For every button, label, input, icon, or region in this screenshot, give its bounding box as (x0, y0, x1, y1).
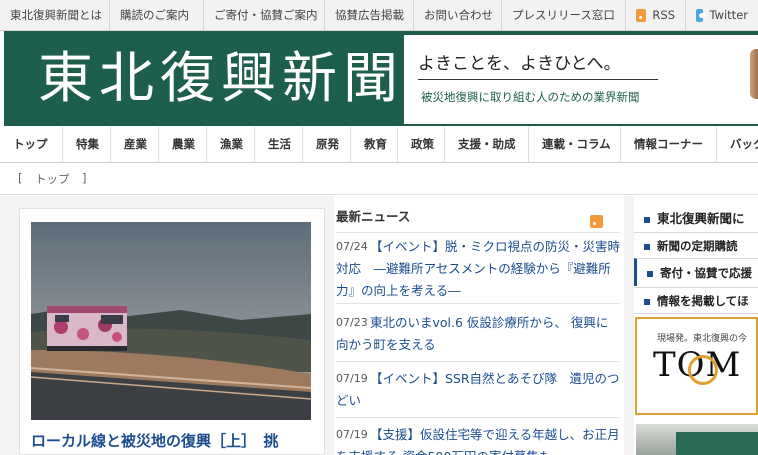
topbar-link-rss[interactable]: RSS (626, 0, 686, 30)
topbar-link-about-label: 東北復興新聞とは (10, 8, 102, 22)
news-item[interactable]: 07/19 【イベント】SSR自然とあそび隊 遺児のつどい (336, 368, 620, 418)
sidebar-photo-banner[interactable] (636, 424, 758, 455)
bullet-icon (644, 298, 650, 305)
topbar-link-ads-label: 協賛広告掲載 (335, 8, 404, 22)
main-nav: トップ 特集 産業 農業 漁業 生活 原発 教育 政策 支援・助成 連載・コラム… (0, 127, 758, 163)
sidebar-banner-ad[interactable]: 現場発。東北復興の今 TOM (635, 317, 758, 415)
sub-tagline: 被災地復興に取り組む人のための業界新聞 (421, 90, 640, 104)
tagline-divider (418, 79, 658, 80)
news-link[interactable]: 【支援】仮設住宅等で迎える年越し、お正月を支援する 資金500万円の寄付募集も (336, 424, 620, 455)
news-link[interactable]: 【イベント】脱・ミクロ視点の防災・災害時対応 ―避難所アセスメントの経験から『避… (336, 236, 620, 302)
nav-item-policy[interactable]: 政策 (398, 127, 445, 162)
nav-item-top[interactable]: トップ (0, 127, 63, 162)
topbar-link-rss-label: RSS (652, 8, 675, 22)
tagline: よきことを、よきひとへ。 (418, 54, 621, 74)
train-photo (31, 222, 311, 420)
nav-item-education[interactable]: 教育 (351, 127, 398, 162)
featured-article-image[interactable] (31, 222, 311, 420)
top-utility-bar: 東北復興新聞とは 購読のご案内 ご寄付・協賛ご案内 協賛広告掲載 お問い合わせ … (0, 0, 758, 31)
nav-item-nuclear[interactable]: 原発 (303, 127, 351, 162)
news-rss-icon[interactable] (590, 215, 603, 228)
header-photo (750, 49, 758, 99)
site-logo[interactable]: 東北復興新聞 (38, 43, 404, 113)
nav-item-industry[interactable]: 産業 (111, 127, 159, 162)
right-sidebar: 東北復興新聞に 新聞の定期購読 寄付・協賛で応援 情報を掲載してほ 現場発。東北… (634, 196, 758, 455)
nav-item-column[interactable]: 連載・コラム (529, 127, 621, 162)
bullet-icon (647, 270, 653, 277)
sidebar-item-subscribe[interactable]: 新聞の定期購読 (634, 232, 758, 258)
news-link[interactable]: 東北のいまvol.6 仮設診療所から、 復興に向かう町を支える (336, 312, 620, 356)
topbar-link-twitter[interactable]: Twitter (686, 0, 758, 30)
tagline-box: よきことを、よきひとへ。 被災地復興に取り組む人のための業界新聞 (404, 35, 758, 124)
breadcrumb-open: [ (18, 171, 23, 185)
topbar-link-contact-label: お問い合わせ (424, 8, 493, 22)
news-item[interactable]: 07/24 【イベント】脱・ミクロ視点の防災・災害時対応 ―避難所アセスメントの… (336, 236, 620, 304)
nav-item-living[interactable]: 生活 (255, 127, 303, 162)
news-item[interactable]: 07/23 東北のいまvol.6 仮設診療所から、 復興に向かう町を支える (336, 312, 620, 362)
topbar-link-about[interactable]: 東北復興新聞とは (0, 0, 110, 30)
sidebar-item-label: 新聞の定期購読 (657, 239, 738, 253)
sidebar-item-about[interactable]: 東北復興新聞に (634, 204, 758, 234)
nav-item-agriculture[interactable]: 農業 (159, 127, 207, 162)
featured-article-title[interactable]: ローカル線と被災地の復興［上］ 挑 (31, 430, 321, 452)
news-item[interactable]: 07/19 【支援】仮設住宅等で迎える年越し、お正月を支援する 資金500万円の… (336, 424, 620, 455)
sidebar-item-label: 東北復興新聞に (657, 211, 745, 226)
topbar-link-donate-label: ご寄付・協賛ご案内 (214, 8, 318, 22)
topbar-link-ads[interactable]: 協賛広告掲載 (325, 0, 414, 30)
topbar-link-press-label: プレスリリース窓口 (512, 8, 615, 22)
sidebar-item-post-info[interactable]: 情報を掲載してほ (634, 287, 758, 314)
sidebar-item-donate[interactable]: 寄付・協賛で応援 (634, 258, 758, 286)
bullet-icon (644, 216, 650, 223)
nav-item-fishery[interactable]: 漁業 (207, 127, 255, 162)
ad-logo-circle (688, 355, 718, 385)
nav-item-back[interactable]: バック (717, 127, 758, 162)
breadcrumb: [ トップ ] (0, 163, 758, 195)
rss-icon (636, 8, 647, 22)
topbar-link-contact[interactable]: お問い合わせ (414, 0, 502, 30)
topbar-link-subscribe-label: 購読のご案内 (120, 8, 189, 22)
topbar-link-twitter-label: Twitter (709, 8, 748, 22)
nav-item-info[interactable]: 情報コーナー (621, 127, 717, 162)
twitter-icon (696, 8, 707, 22)
sidebar-item-label: 寄付・協賛で応援 (660, 266, 752, 280)
featured-article: ローカル線と被災地の復興［上］ 挑 (19, 208, 325, 455)
sidebar-item-label: 情報を掲載してほ (657, 294, 749, 308)
latest-news: 最新ニュース 07/24 【イベント】脱・ミクロ視点の防災・災害時対応 ―避難所… (334, 196, 624, 455)
topbar-link-donate[interactable]: ご寄付・協賛ご案内 (204, 0, 325, 30)
bullet-icon (644, 243, 650, 250)
nav-item-support[interactable]: 支援・助成 (445, 127, 529, 162)
topbar-link-subscribe[interactable]: 購読のご案内 (110, 0, 204, 30)
breadcrumb-top-link[interactable]: トップ (35, 171, 70, 187)
ad-caption: 現場発。東北復興の今 (657, 334, 748, 344)
topbar-link-press[interactable]: プレスリリース窓口 (502, 0, 626, 30)
nav-item-feature[interactable]: 特集 (63, 127, 111, 162)
sidebar-photo-paper (676, 432, 758, 455)
latest-news-heading: 最新ニュース (336, 209, 411, 224)
breadcrumb-close: ] (82, 171, 87, 185)
news-divider (336, 232, 620, 233)
site-header: 東北復興新聞 よきことを、よきひとへ。 被災地復興に取り組む人のための業界新聞 (4, 31, 758, 126)
news-link[interactable]: 【イベント】SSR自然とあそび隊 遺児のつどい (336, 368, 620, 412)
